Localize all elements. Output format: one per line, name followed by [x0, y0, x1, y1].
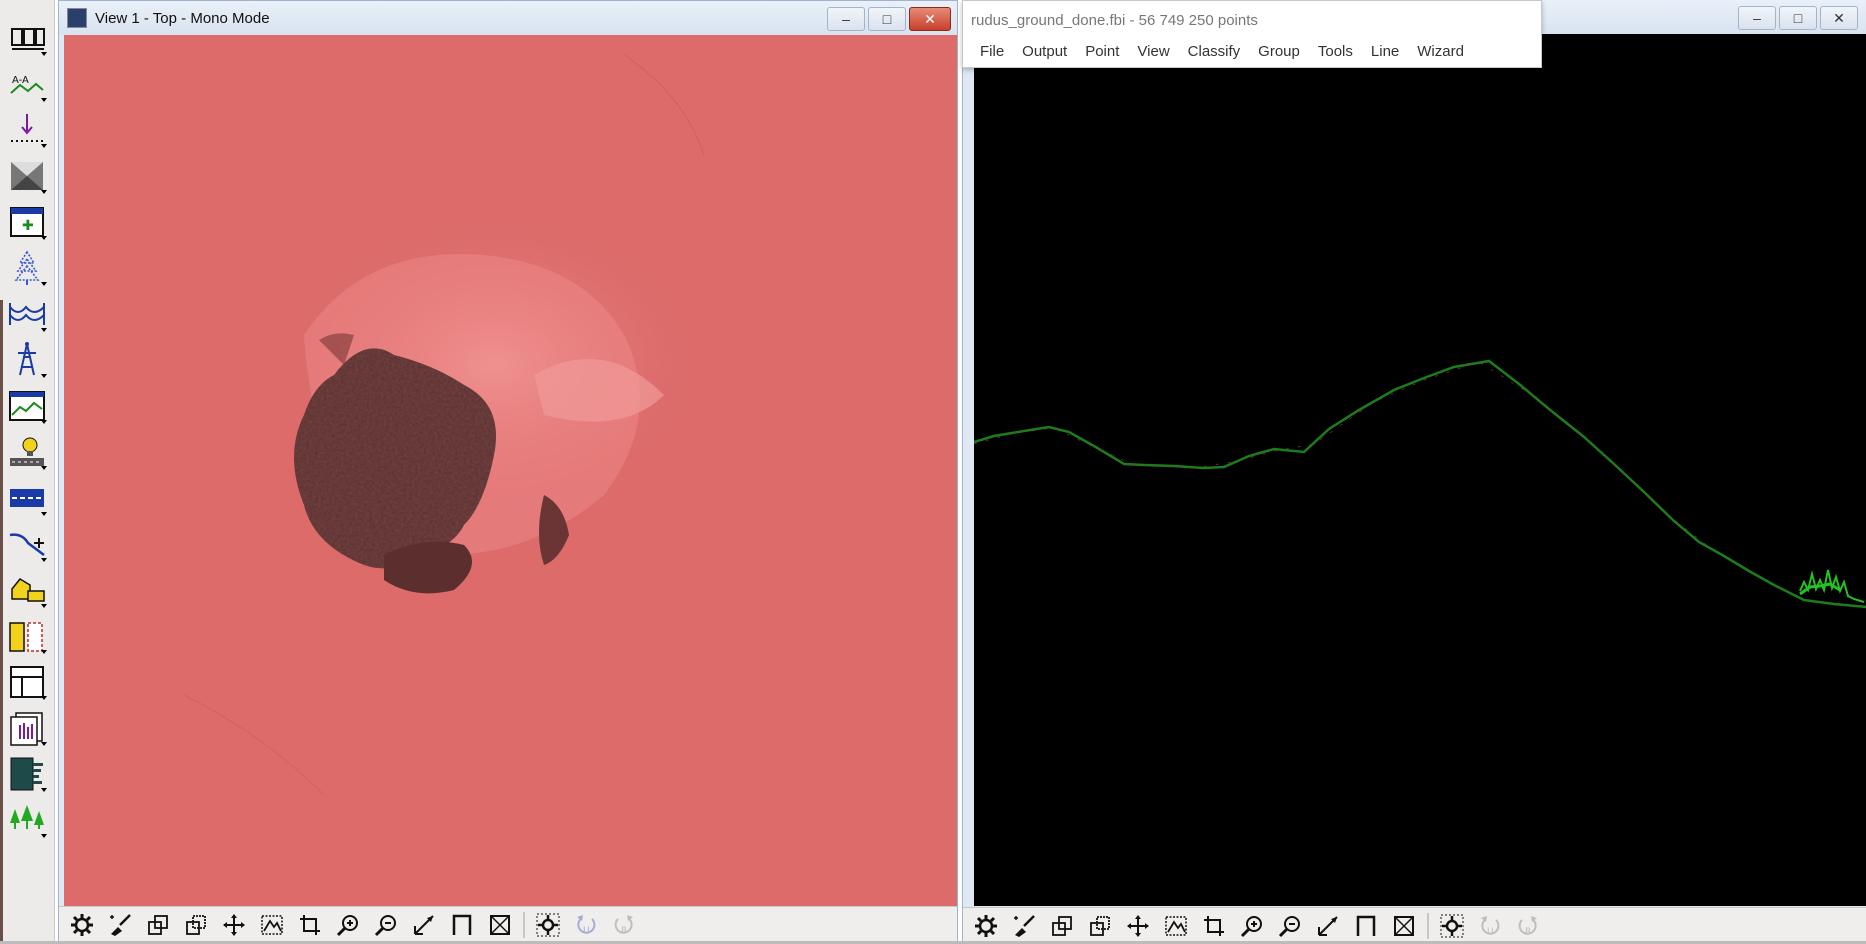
menu-group[interactable]: Group [1249, 39, 1309, 65]
view1-bottom-toolbar: U R [59, 906, 957, 943]
copy-view2-icon[interactable] [1085, 911, 1115, 941]
menu-tools[interactable]: Tools [1309, 39, 1362, 65]
box-icon[interactable] [1389, 911, 1419, 941]
road-icon[interactable] [7, 478, 47, 518]
maximize-button[interactable]: □ [868, 7, 906, 31]
redo-icon[interactable]: R [609, 910, 639, 940]
toolbar-separator [523, 912, 525, 938]
box-icon[interactable] [485, 910, 515, 940]
wire-icon[interactable] [7, 294, 47, 334]
main-window-title: rudus_ground_done.fbi - 56 749 250 point… [971, 12, 1258, 29]
image-icon[interactable] [7, 156, 47, 196]
svg-text:U: U [583, 926, 590, 936]
menu-output[interactable]: Output [1013, 39, 1076, 65]
profile-point-cloud [974, 34, 1866, 906]
menu-wizard[interactable]: Wizard [1408, 39, 1473, 65]
zoom-in-icon[interactable] [1237, 911, 1267, 941]
svg-text:✚: ✚ [22, 218, 34, 234]
fit-icon[interactable] [1161, 911, 1191, 941]
sync-icon[interactable] [533, 910, 563, 940]
copy-view-icon[interactable] [1047, 911, 1077, 941]
close-button[interactable]: ✕ [1820, 6, 1858, 30]
section-box-icon[interactable] [1351, 911, 1381, 941]
maximize-button[interactable]: □ [1779, 6, 1817, 30]
building-icon[interactable] [7, 570, 47, 610]
top-view-canvas[interactable] [64, 35, 957, 907]
view-icon[interactable]: ✚ [7, 202, 47, 242]
pan-icon[interactable] [1123, 911, 1153, 941]
minimize-icon: – [842, 11, 850, 27]
svg-text:R: R [621, 926, 627, 936]
vector-icon[interactable] [7, 524, 47, 564]
terrain-raster [64, 35, 957, 907]
app-icon [67, 8, 87, 28]
view1-title: View 1 - Top - Mono Mode [95, 9, 270, 27]
close-button[interactable]: ✕ [909, 7, 951, 31]
minimize-icon: – [1753, 10, 1761, 26]
section-box-icon[interactable] [447, 910, 477, 940]
view1-titlebar[interactable]: View 1 - Top - Mono Mode – □ ✕ [59, 1, 957, 35]
minimize-button[interactable]: – [827, 7, 865, 31]
measure-icon[interactable] [1313, 911, 1343, 941]
copy-view2-icon[interactable] [181, 910, 211, 940]
settings-icon[interactable] [67, 910, 97, 940]
profile-view-canvas[interactable] [974, 34, 1866, 906]
brush-icon[interactable] [105, 910, 135, 940]
main-window: rudus_ground_done.fbi - 56 749 250 point… [962, 0, 1542, 68]
view2-bottom-toolbar: U R [963, 907, 1866, 944]
close-icon: ✕ [924, 10, 936, 27]
svg-text:U: U [1487, 927, 1494, 937]
measure-icon[interactable] [409, 910, 439, 940]
layout-icon[interactable] [7, 662, 47, 702]
crop-icon[interactable] [1199, 911, 1229, 941]
tree-icon[interactable] [7, 248, 47, 288]
compare-icon[interactable] [7, 616, 47, 656]
report-icon[interactable] [7, 708, 47, 748]
view2-window: – □ ✕ U R [962, 0, 1866, 944]
fit-icon[interactable] [257, 910, 287, 940]
undo-icon[interactable]: U [571, 910, 601, 940]
histogram-icon[interactable] [7, 754, 47, 794]
menu-point[interactable]: Point [1076, 39, 1128, 65]
minimize-button[interactable]: – [1738, 6, 1776, 30]
undo-icon[interactable]: U [1475, 911, 1505, 941]
zoom-out-icon[interactable] [371, 910, 401, 940]
tower-icon[interactable] [7, 340, 47, 380]
menu-classify[interactable]: Classify [1179, 39, 1250, 65]
pan-icon[interactable] [219, 910, 249, 940]
menu-view[interactable]: View [1128, 39, 1178, 65]
crop-icon[interactable] [295, 910, 325, 940]
menu-bar: File Output Point View Classify Group To… [963, 37, 1541, 67]
copy-view-icon[interactable] [143, 910, 173, 940]
maximize-icon: □ [1793, 10, 1803, 26]
settings-icon[interactable] [971, 911, 1001, 941]
toolbar-separator [1427, 913, 1429, 939]
view1-window: View 1 - Top - Mono Mode – □ ✕ U R [58, 0, 958, 944]
zoom-in-icon[interactable] [333, 910, 363, 940]
svg-text:R: R [1525, 927, 1531, 937]
drop-point-icon[interactable] [7, 110, 47, 150]
redo-icon[interactable]: R [1513, 911, 1543, 941]
desktop-edge [0, 300, 3, 944]
forest-icon[interactable] [7, 800, 47, 840]
brush-icon[interactable] [1009, 911, 1039, 941]
menu-file[interactable]: File [971, 39, 1013, 65]
sync-icon[interactable] [1437, 911, 1467, 941]
section-icon[interactable]: A-A [7, 64, 47, 104]
menu-line[interactable]: Line [1362, 39, 1408, 65]
draw-mode-icon[interactable] [7, 18, 47, 58]
lamp-icon[interactable] [7, 432, 47, 472]
close-icon: ✕ [1833, 9, 1845, 26]
zoom-out-icon[interactable] [1275, 911, 1305, 941]
profile-icon[interactable] [7, 386, 47, 426]
maximize-icon: □ [882, 11, 892, 27]
left-toolbar: A-A ✚ [0, 0, 55, 944]
